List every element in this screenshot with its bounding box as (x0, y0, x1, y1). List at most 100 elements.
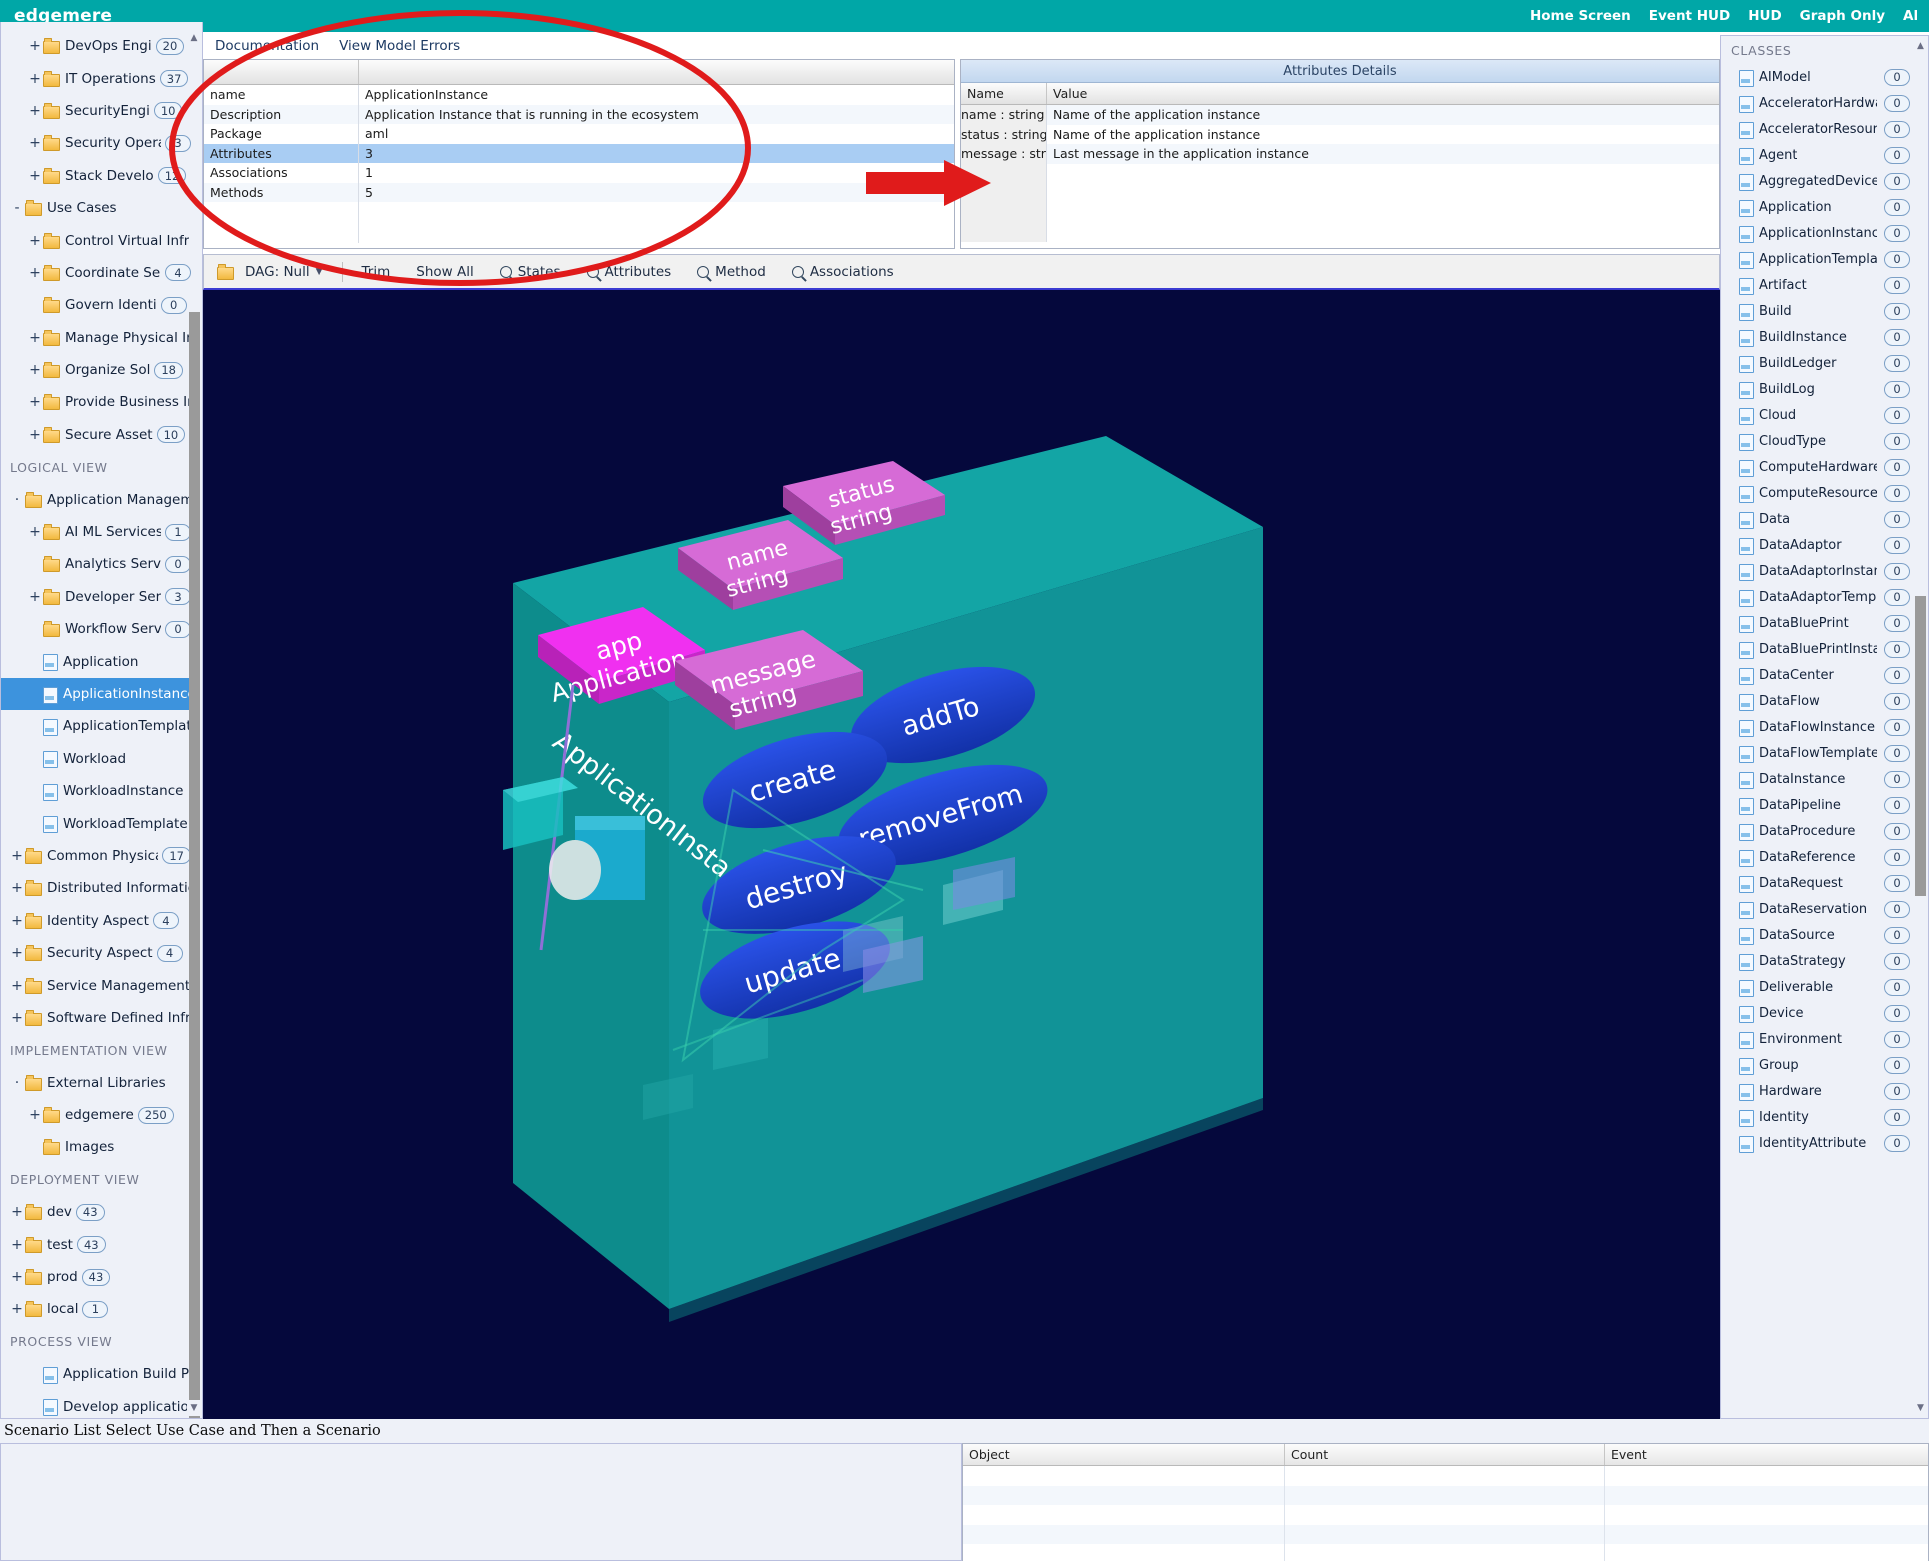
expand-icon[interactable]: + (9, 880, 25, 896)
model-tree-panel[interactable]: + DevOps Engi 20 + IT Operations 37 + SecurityE… (0, 22, 203, 1419)
class-item-dataflowinstance[interactable]: DataFlowInstance 0 (1721, 714, 1928, 740)
expand-icon[interactable]: + (27, 330, 43, 346)
expand-icon[interactable]: + (9, 978, 25, 994)
class-item-hardware[interactable]: Hardware 0 (1721, 1078, 1928, 1104)
class-item-dataadaptorinstance[interactable]: DataAdaptorInstance 0 (1721, 558, 1928, 584)
trim-button[interactable]: Trim (349, 264, 404, 280)
sidebar-item-analytics-serv[interactable]: Analytics Serv 0 (1, 548, 191, 580)
sidebar-item-secure-asset[interactable]: + Secure Asset 10 (1, 419, 191, 451)
twisty-placeholder[interactable]: · (9, 1075, 25, 1091)
class-item-datablueprintinstance[interactable]: DataBluePrintInstance 0 (1721, 636, 1928, 662)
sidebar-item-provide-business-in[interactable]: + Provide Business In (1, 386, 191, 418)
class-item-deliverable[interactable]: Deliverable 0 (1721, 974, 1928, 1000)
expand-icon[interactable]: + (9, 1237, 25, 1253)
expand-icon[interactable]: + (27, 524, 43, 540)
class-item-applicationtemplate[interactable]: ApplicationTemplate 0 (1721, 246, 1928, 272)
class-item-application[interactable]: Application 0 (1721, 194, 1928, 220)
sidebar-item-common-physical[interactable]: + Common Physical 17 (1, 840, 191, 872)
sidebar-item-application[interactable]: Application (1, 645, 191, 677)
tab-documentation[interactable]: Documentation (215, 38, 319, 54)
sidebar-item-coordinate-ser[interactable]: + Coordinate Ser 4 (1, 257, 191, 289)
sidebar-item-security-aspect[interactable]: + Security Aspect 4 (1, 937, 191, 969)
sidebar-item-govern-identi[interactable]: Govern Identi 0 (1, 289, 191, 321)
class-item-computehardware[interactable]: ComputeHardware 0 (1721, 454, 1928, 480)
sidebar-item-test[interactable]: + test 43 (1, 1228, 191, 1260)
table-row[interactable]: Associations 1 (204, 163, 954, 183)
sidebar-item-developer-ser[interactable]: + Developer Ser 3 (1, 581, 191, 613)
sidebar-item-application-build-proc[interactable]: Application Build Proc (1, 1358, 191, 1390)
table-row[interactable]: name ApplicationInstance (204, 85, 954, 105)
sidebar-item-service-management[interactable]: + Service Management (1, 969, 191, 1001)
class-item-dataflow[interactable]: DataFlow 0 (1721, 688, 1928, 714)
classes-scroll-up-arrow[interactable]: ▲ (1914, 39, 1927, 53)
sidebar-item-develop-application-p[interactable]: Develop application P (1, 1390, 191, 1418)
class-item-dataadaptor[interactable]: DataAdaptor 0 (1721, 532, 1928, 558)
class-item-datareservation[interactable]: DataReservation 0 (1721, 896, 1928, 922)
expand-icon[interactable]: + (27, 1107, 43, 1123)
sidebar-item-workload[interactable]: Workload (1, 743, 191, 775)
expand-icon[interactable]: + (9, 945, 25, 961)
expand-icon[interactable]: + (9, 1269, 25, 1285)
class-item-dataflowtemplate[interactable]: DataFlowTemplate 0 (1721, 740, 1928, 766)
table-row[interactable] (963, 1524, 1928, 1544)
tree-scroll-up-arrow[interactable]: ▲ (187, 30, 201, 46)
class-item-buildledger[interactable]: BuildLedger 0 (1721, 350, 1928, 376)
nav-home-screen[interactable]: Home Screen (1530, 8, 1631, 24)
table-row[interactable] (963, 1544, 1928, 1561)
tree-scroll-down-arrow[interactable]: ▼ (187, 1400, 201, 1416)
sidebar-item-control-virtual-infr[interactable]: + Control Virtual Infr (1, 224, 191, 256)
class-item-buildlog[interactable]: BuildLog 0 (1721, 376, 1928, 402)
table-row[interactable]: Methods 5 (204, 182, 954, 202)
expand-icon[interactable]: + (9, 1010, 25, 1026)
sidebar-item-it-operations[interactable]: + IT Operations 37 (1, 62, 191, 94)
sidebar-item-workloadinstance[interactable]: WorkloadInstance (1, 775, 191, 807)
class-item-datapipeline[interactable]: DataPipeline 0 (1721, 792, 1928, 818)
tree-scrollbar-thumb[interactable] (189, 312, 200, 1418)
class-item-cloud[interactable]: Cloud 0 (1721, 402, 1928, 428)
sidebar-item-external-libraries[interactable]: · External Libraries (1, 1067, 191, 1099)
table-row[interactable]: message : stri... Last message in the app… (961, 144, 1719, 164)
class-item-applicationinstance[interactable]: ApplicationInstance 0 (1721, 220, 1928, 246)
expand-icon[interactable]: + (27, 38, 43, 54)
expand-icon[interactable]: + (9, 848, 25, 864)
expand-icon[interactable]: + (9, 913, 25, 929)
sidebar-item-manage-physical-in[interactable]: + Manage Physical In (1, 322, 191, 354)
class-item-buildinstance[interactable]: BuildInstance 0 (1721, 324, 1928, 350)
sidebar-item-applicationtemplate[interactable]: ApplicationTemplate (1, 710, 191, 742)
expand-icon[interactable]: + (27, 168, 43, 184)
table-row[interactable]: Description Application Instance that is … (204, 104, 954, 124)
class-item-datainstance[interactable]: DataInstance 0 (1721, 766, 1928, 792)
expand-icon[interactable]: + (27, 233, 43, 249)
classes-scroll-down-arrow[interactable]: ▼ (1914, 1401, 1927, 1415)
associations-filter-button[interactable]: Associations (779, 264, 907, 280)
sidebar-item-dev[interactable]: + dev 43 (1, 1196, 191, 1228)
class-item-acceleratorhardware[interactable]: AcceleratorHardware 0 (1721, 90, 1928, 116)
class-item-environment[interactable]: Environment 0 (1721, 1026, 1928, 1052)
sidebar-item-security-opera[interactable]: + Security Opera 3 (1, 127, 191, 159)
class-item-dataprocedure[interactable]: DataProcedure 0 (1721, 818, 1928, 844)
states-filter-button[interactable]: States (487, 264, 574, 280)
table-row[interactable]: Attributes 3 (204, 143, 954, 163)
sidebar-item-edgemere[interactable]: + edgemere 250 (1, 1099, 191, 1131)
uml-3d-graph-canvas[interactable]: app Application name string status strin… (203, 290, 1720, 1419)
sidebar-item-identity-aspect[interactable]: + Identity Aspect 4 (1, 905, 191, 937)
class-item-computeresource[interactable]: ComputeResource 0 (1721, 480, 1928, 506)
class-item-datareference[interactable]: DataReference 0 (1721, 844, 1928, 870)
class-item-aggregateddevice[interactable]: AggregatedDevice 0 (1721, 168, 1928, 194)
dag-selector[interactable]: DAG: Null ▼ (204, 263, 336, 280)
table-row[interactable] (963, 1485, 1928, 1505)
expand-icon[interactable]: + (27, 394, 43, 410)
class-item-data[interactable]: Data 0 (1721, 506, 1928, 532)
table-row[interactable]: Package aml (204, 124, 954, 144)
table-row[interactable]: status : string Name of the application i… (961, 124, 1719, 144)
expand-icon[interactable]: + (27, 265, 43, 281)
class-item-aimodel[interactable]: AIModel 0 (1721, 64, 1928, 90)
sidebar-item-applicationinstance[interactable]: ApplicationInstance (1, 677, 191, 711)
expand-icon[interactable]: + (27, 427, 43, 443)
class-item-agent[interactable]: Agent 0 (1721, 142, 1928, 168)
sidebar-item-stack-develo[interactable]: + Stack Develo 12 (1, 160, 191, 192)
tab-view-model-errors[interactable]: View Model Errors (339, 38, 460, 54)
class-item-datablueprint[interactable]: DataBluePrint 0 (1721, 610, 1928, 636)
expand-icon[interactable]: + (27, 362, 43, 378)
sidebar-item-use-cases[interactable]: - Use Cases (1, 192, 191, 224)
